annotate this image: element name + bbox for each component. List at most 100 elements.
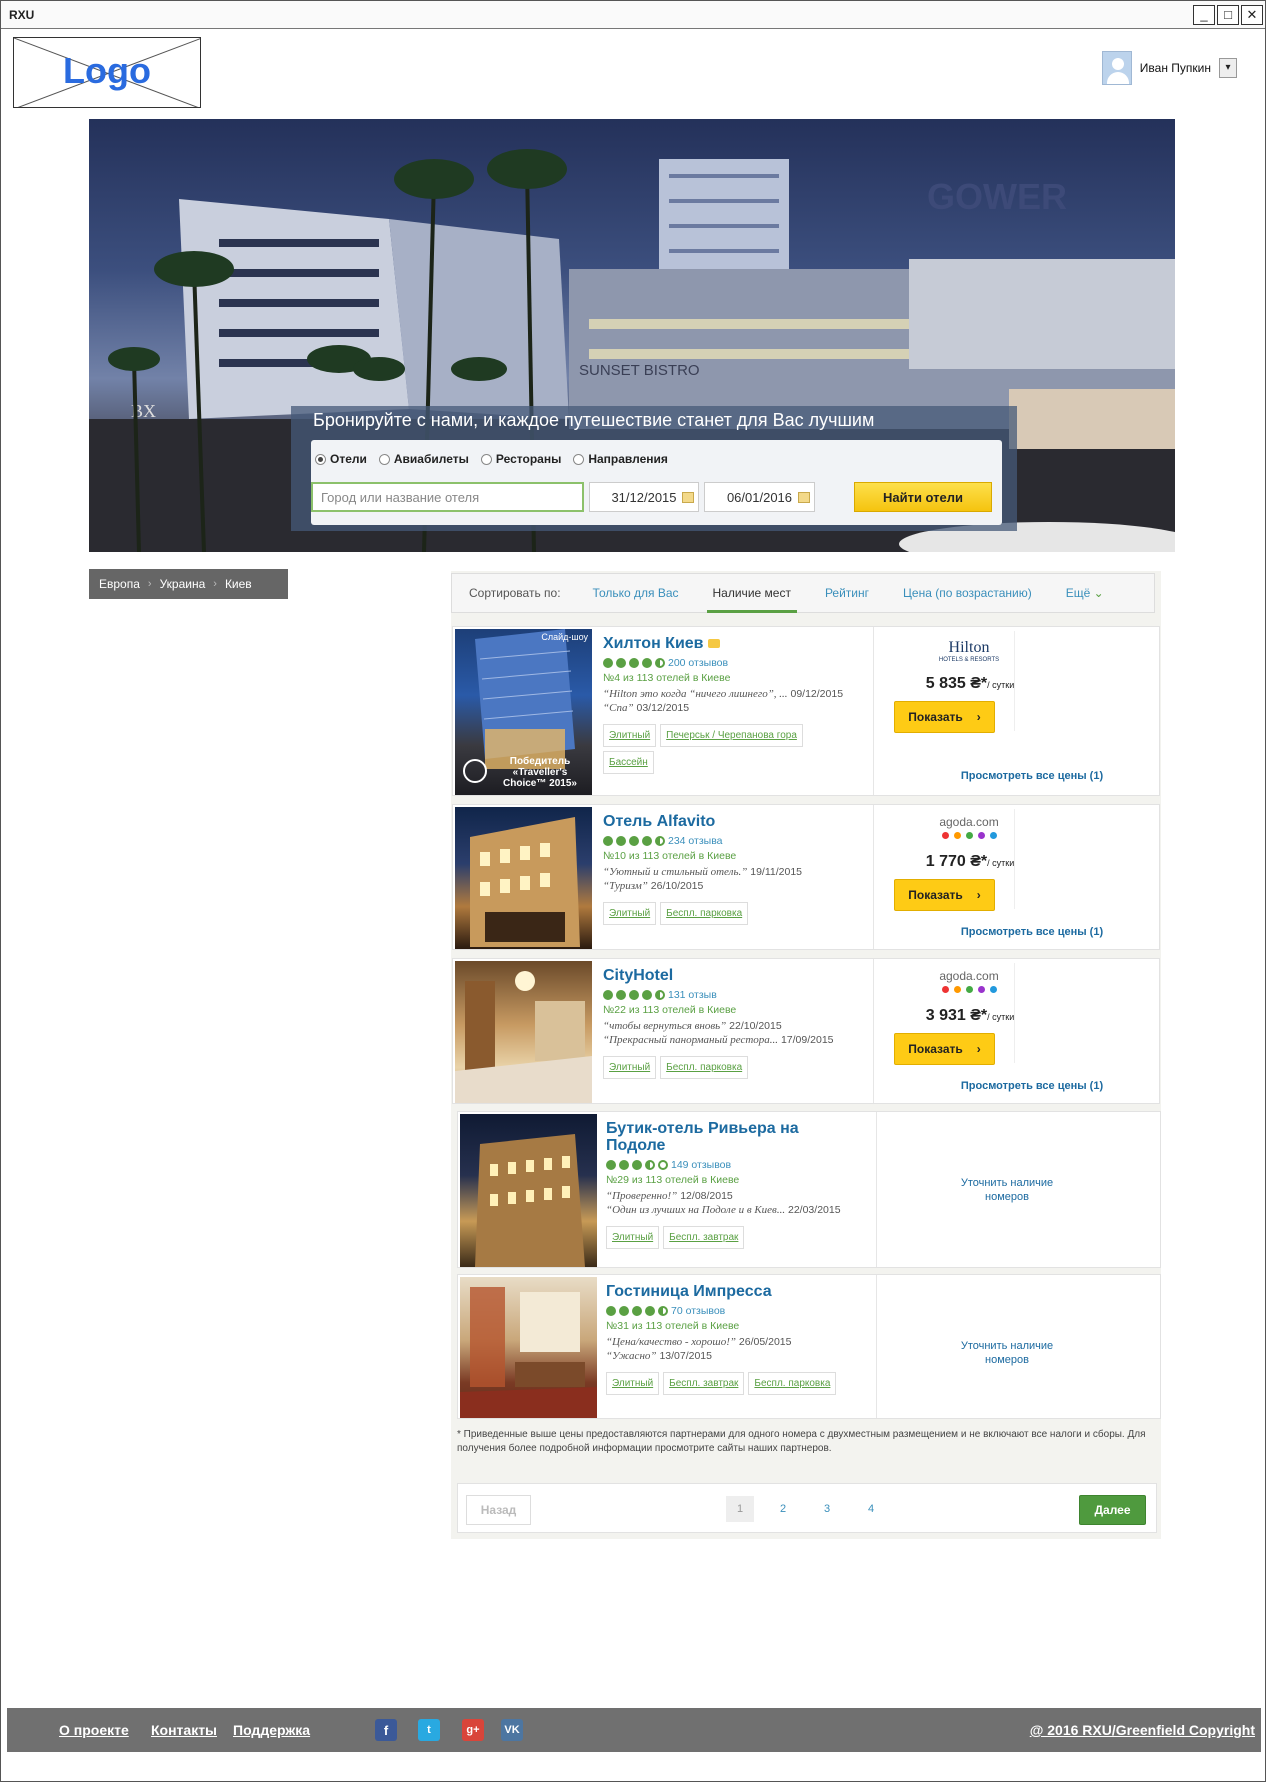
rating-bubble-icon	[658, 1160, 668, 1170]
review-text: “Один из лучших на Подоле и в Киев...	[606, 1204, 786, 1216]
breadcrumb-item-kiev[interactable]: Киев	[225, 577, 252, 591]
calendar-icon[interactable]	[798, 492, 810, 503]
review-count[interactable]: 70 отзывов	[671, 1305, 725, 1317]
find-hotels-button[interactable]: Найти отели	[854, 482, 992, 512]
view-all-prices-link[interactable]: Просмотреть все цены (1)	[942, 926, 1122, 938]
tab-flights[interactable]: Авиабилеты	[378, 452, 469, 466]
breadcrumb-item-ukraine[interactable]: Украина	[160, 577, 206, 591]
price-unit: / сутки	[987, 680, 1015, 690]
amenity-tag[interactable]: Элитный	[606, 1226, 660, 1249]
review-count[interactable]: 234 отзыва	[668, 835, 723, 847]
rating-bubble-icon	[642, 658, 652, 668]
facebook-icon[interactable]: f	[375, 1719, 397, 1741]
sort-more[interactable]: Ещё ⌄	[1066, 573, 1104, 613]
view-all-prices-link[interactable]: Просмотреть все цены (1)	[942, 1080, 1122, 1092]
amenity-tag[interactable]: Элитный	[606, 1372, 660, 1395]
hotel-card[interactable]: Бутик-отель Ривьера на Подоле 149 отзыво…	[457, 1111, 1161, 1268]
hotel-photo[interactable]	[455, 961, 592, 1103]
partner-logo[interactable]: agoda.com	[914, 815, 1024, 839]
next-page-button[interactable]: Далее	[1079, 1495, 1146, 1525]
hotel-photo[interactable]	[455, 807, 592, 949]
review-count[interactable]: 149 отзывов	[671, 1159, 731, 1171]
tab-destinations[interactable]: Направления	[573, 452, 668, 466]
hotel-name[interactable]: Гостиница Импресса	[606, 1283, 876, 1300]
tab-restaurants[interactable]: Рестораны	[480, 452, 561, 466]
rating-bubble-icon	[632, 1160, 642, 1170]
amenity-tag[interactable]: Печерськ / Черепанова гора	[660, 724, 803, 747]
hotel-price: 1 770 ₴*/ сутки	[900, 853, 1040, 871]
review-count[interactable]: 131 отзыв	[668, 989, 717, 1001]
window-title: RXU	[9, 8, 35, 22]
avatar[interactable]	[1101, 51, 1132, 85]
rating-bubble-icon	[655, 836, 665, 846]
check-availability-link[interactable]: Уточнить наличие номеров	[947, 1339, 1067, 1367]
amenity-tag[interactable]: Бассейн	[603, 751, 654, 774]
review-snippet: “Проверенно!” 12/08/2015	[606, 1190, 876, 1202]
hotel-name[interactable]: Отель Alfavito	[603, 813, 873, 830]
show-deal-button[interactable]: Показать ›	[894, 1033, 995, 1065]
user-menu[interactable]: Иван Пупкин ▾	[1101, 51, 1237, 85]
radio-icon[interactable]	[315, 453, 326, 465]
google-plus-icon[interactable]: g+	[462, 1719, 484, 1741]
minimize-button[interactable]: _	[1193, 5, 1215, 25]
logo[interactable]: Logo	[13, 37, 201, 108]
page-4[interactable]: 4	[857, 1496, 885, 1522]
page-3[interactable]: 3	[813, 1496, 841, 1522]
sort-personal[interactable]: Только для Вас	[593, 573, 679, 613]
tab-hotels[interactable]: Отели	[315, 452, 367, 466]
hotel-name[interactable]: Бутик-отель Ривьера на Подоле	[606, 1120, 806, 1154]
page-2[interactable]: 2	[769, 1496, 797, 1522]
hotel-name[interactable]: Хилтон Киев	[603, 635, 873, 652]
breadcrumb-item-europe[interactable]: Европа	[99, 577, 140, 591]
hotel-card[interactable]: CityHotel 131 отзыв №22 из 113 отелей в …	[452, 958, 1160, 1104]
city-input[interactable]: Город или название отеля	[311, 482, 584, 512]
partner-logo[interactable]: agoda.com	[914, 969, 1024, 993]
show-deal-button[interactable]: Показать ›	[894, 879, 995, 911]
hotel-photo[interactable]: Слайд-шоу Победитель «Traveller's Choice…	[455, 629, 592, 795]
view-all-prices-link[interactable]: Просмотреть все цены (1)	[942, 770, 1122, 782]
amenity-tag[interactable]: Элитный	[603, 724, 657, 747]
page-1[interactable]: 1	[726, 1496, 754, 1522]
prev-page-button[interactable]: Назад	[466, 1495, 531, 1525]
hotel-card[interactable]: Отель Alfavito 234 отзыва №10 из 113 оте…	[452, 804, 1160, 950]
user-name[interactable]: Иван Пупкин	[1140, 61, 1211, 75]
hotel-photo[interactable]	[460, 1114, 597, 1267]
calendar-icon[interactable]	[682, 492, 694, 503]
checkin-field[interactable]: 31/12/2015	[589, 482, 699, 512]
amenity-tag[interactable]: Элитный	[603, 1056, 657, 1079]
twitter-icon[interactable]: t	[418, 1719, 440, 1741]
footer-link-support[interactable]: Поддержка	[233, 1722, 310, 1738]
hotel-card[interactable]: Слайд-шоу Победитель «Traveller's Choice…	[452, 626, 1160, 796]
radio-icon[interactable]	[573, 453, 585, 465]
radio-icon[interactable]	[480, 453, 492, 465]
footer-link-about[interactable]: О проекте	[59, 1722, 129, 1738]
radio-icon[interactable]	[378, 453, 390, 465]
sort-price[interactable]: Цена (по возрастанию)	[903, 573, 1032, 613]
close-button[interactable]: ✕	[1241, 5, 1263, 25]
hotel-photo[interactable]	[460, 1277, 597, 1418]
maximize-button[interactable]: □	[1217, 5, 1239, 25]
footer-link-contacts[interactable]: Контакты	[151, 1722, 217, 1738]
vk-icon[interactable]: VK	[501, 1719, 523, 1741]
amenity-tag[interactable]: Беспл. парковка	[660, 1056, 749, 1079]
partner-logo[interactable]: Hilton HOTELS & RESORTS	[914, 639, 1024, 663]
amenity-tag[interactable]: Беспл. парковка	[748, 1372, 837, 1395]
amenity-tag[interactable]: Элитный	[603, 902, 657, 925]
show-deal-button[interactable]: Показать ›	[894, 701, 995, 733]
slideshow-badge[interactable]: Слайд-шоу	[541, 632, 588, 642]
partner-name: agoda.com	[939, 815, 999, 829]
hotel-card[interactable]: Гостиница Импресса 70 отзывов №31 из 113…	[457, 1274, 1161, 1419]
amenity-tag[interactable]: Беспл. завтрак	[663, 1372, 745, 1395]
amenity-tag[interactable]: Беспл. парковка	[660, 902, 749, 925]
hotel-info: Бутик-отель Ривьера на Подоле 149 отзыво…	[606, 1120, 876, 1249]
checkout-field[interactable]: 06/01/2016	[704, 482, 815, 512]
review-date: 26/05/2015	[738, 1336, 792, 1348]
sort-rating[interactable]: Рейтинг	[825, 573, 869, 613]
hero-banner: GOWER SUNSET BISTRO LUIS SANTO BX Бронир…	[89, 119, 1175, 552]
hotel-name[interactable]: CityHotel	[603, 967, 873, 984]
chevron-down-icon[interactable]: ▾	[1219, 58, 1237, 78]
sort-availability[interactable]: Наличие мест	[706, 573, 798, 613]
amenity-tag[interactable]: Беспл. завтрак	[663, 1226, 745, 1249]
review-count[interactable]: 200 отзывов	[668, 657, 728, 669]
check-availability-link[interactable]: Уточнить наличие номеров	[947, 1176, 1067, 1204]
